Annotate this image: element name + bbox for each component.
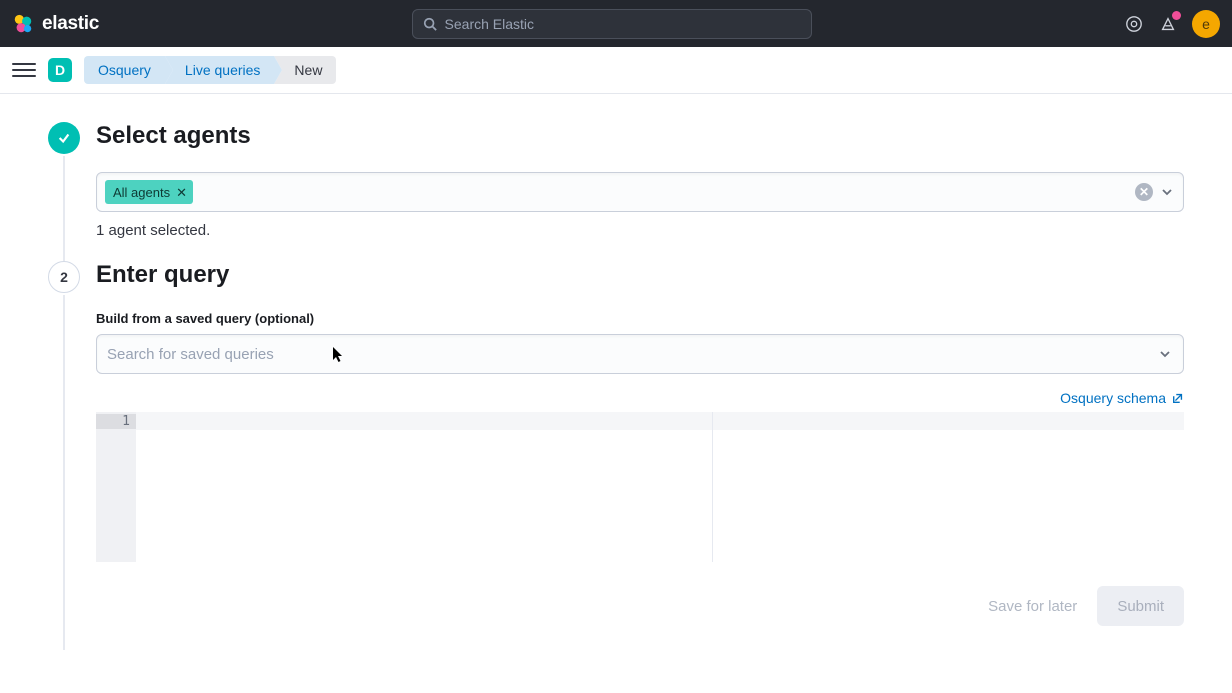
elastic-logo-icon <box>12 13 34 35</box>
elastic-logo[interactable]: elastic <box>12 13 99 35</box>
schema-link-text: Osquery schema <box>1060 390 1166 406</box>
global-search-input[interactable] <box>445 16 801 32</box>
sub-header: D Osquery Live queries New <box>0 47 1232 94</box>
notification-dot <box>1172 11 1181 20</box>
page-body: Select agents All agents ✕ ✕ 1 agent sel… <box>0 94 1232 672</box>
saved-query-label: Build from a saved query (optional) <box>96 311 1184 326</box>
osquery-schema-link[interactable]: Osquery schema <box>1060 390 1184 406</box>
saved-query-select[interactable]: Search for saved queries <box>96 334 1184 374</box>
user-avatar[interactable]: e <box>1192 10 1220 38</box>
breadcrumb-osquery[interactable]: Osquery <box>84 56 165 84</box>
global-header: elastic e <box>0 0 1232 47</box>
chip-label: All agents <box>113 185 170 200</box>
form-actions: Save for later Submit <box>96 586 1184 626</box>
global-search-wrap <box>111 9 1112 39</box>
step2-marker: 2 <box>48 261 80 293</box>
active-line-highlight <box>136 412 1184 430</box>
elastic-wordmark: elastic <box>42 13 99 35</box>
line-number: 1 <box>96 414 136 429</box>
saved-query-placeholder: Search for saved queries <box>107 346 1157 363</box>
help-icon[interactable] <box>1124 14 1144 34</box>
save-for-later-button[interactable]: Save for later <box>988 598 1077 615</box>
newsfeed-icon[interactable] <box>1158 14 1178 34</box>
remove-chip-icon[interactable]: ✕ <box>176 186 187 199</box>
step-connector <box>63 156 65 263</box>
space-selector[interactable]: D <box>48 58 72 82</box>
editor-gutter: 1 <box>96 412 136 562</box>
chevron-down-icon[interactable] <box>1159 184 1175 200</box>
breadcrumb-new: New <box>274 56 336 84</box>
breadcrumb: Osquery Live queries New <box>84 56 336 84</box>
step-enter-query: 2 Enter query Build from a saved query (… <box>48 261 1184 646</box>
check-icon <box>57 131 71 145</box>
step2-title: Enter query <box>96 261 1184 289</box>
agent-chip-all: All agents ✕ <box>105 180 193 204</box>
step-connector-2 <box>63 295 65 650</box>
query-editor[interactable]: 1 <box>96 412 1184 562</box>
clear-all-icon[interactable]: ✕ <box>1135 183 1153 201</box>
editor-ruler <box>712 412 713 562</box>
search-icon <box>423 17 437 31</box>
step1-title: Select agents <box>96 122 1184 150</box>
step-select-agents: Select agents All agents ✕ ✕ 1 agent sel… <box>48 122 1184 259</box>
submit-button[interactable]: Submit <box>1097 586 1184 626</box>
agents-selected-helper: 1 agent selected. <box>96 222 1184 239</box>
agents-combobox[interactable]: All agents ✕ ✕ <box>96 172 1184 212</box>
breadcrumb-live-queries[interactable]: Live queries <box>165 56 275 84</box>
external-link-icon <box>1172 392 1184 404</box>
global-search[interactable] <box>412 9 812 39</box>
nav-toggle-icon[interactable] <box>12 58 36 82</box>
header-actions: e <box>1124 10 1220 38</box>
chevron-down-icon <box>1157 346 1173 362</box>
editor-textarea[interactable] <box>136 412 1184 562</box>
step1-marker-complete <box>48 122 80 154</box>
